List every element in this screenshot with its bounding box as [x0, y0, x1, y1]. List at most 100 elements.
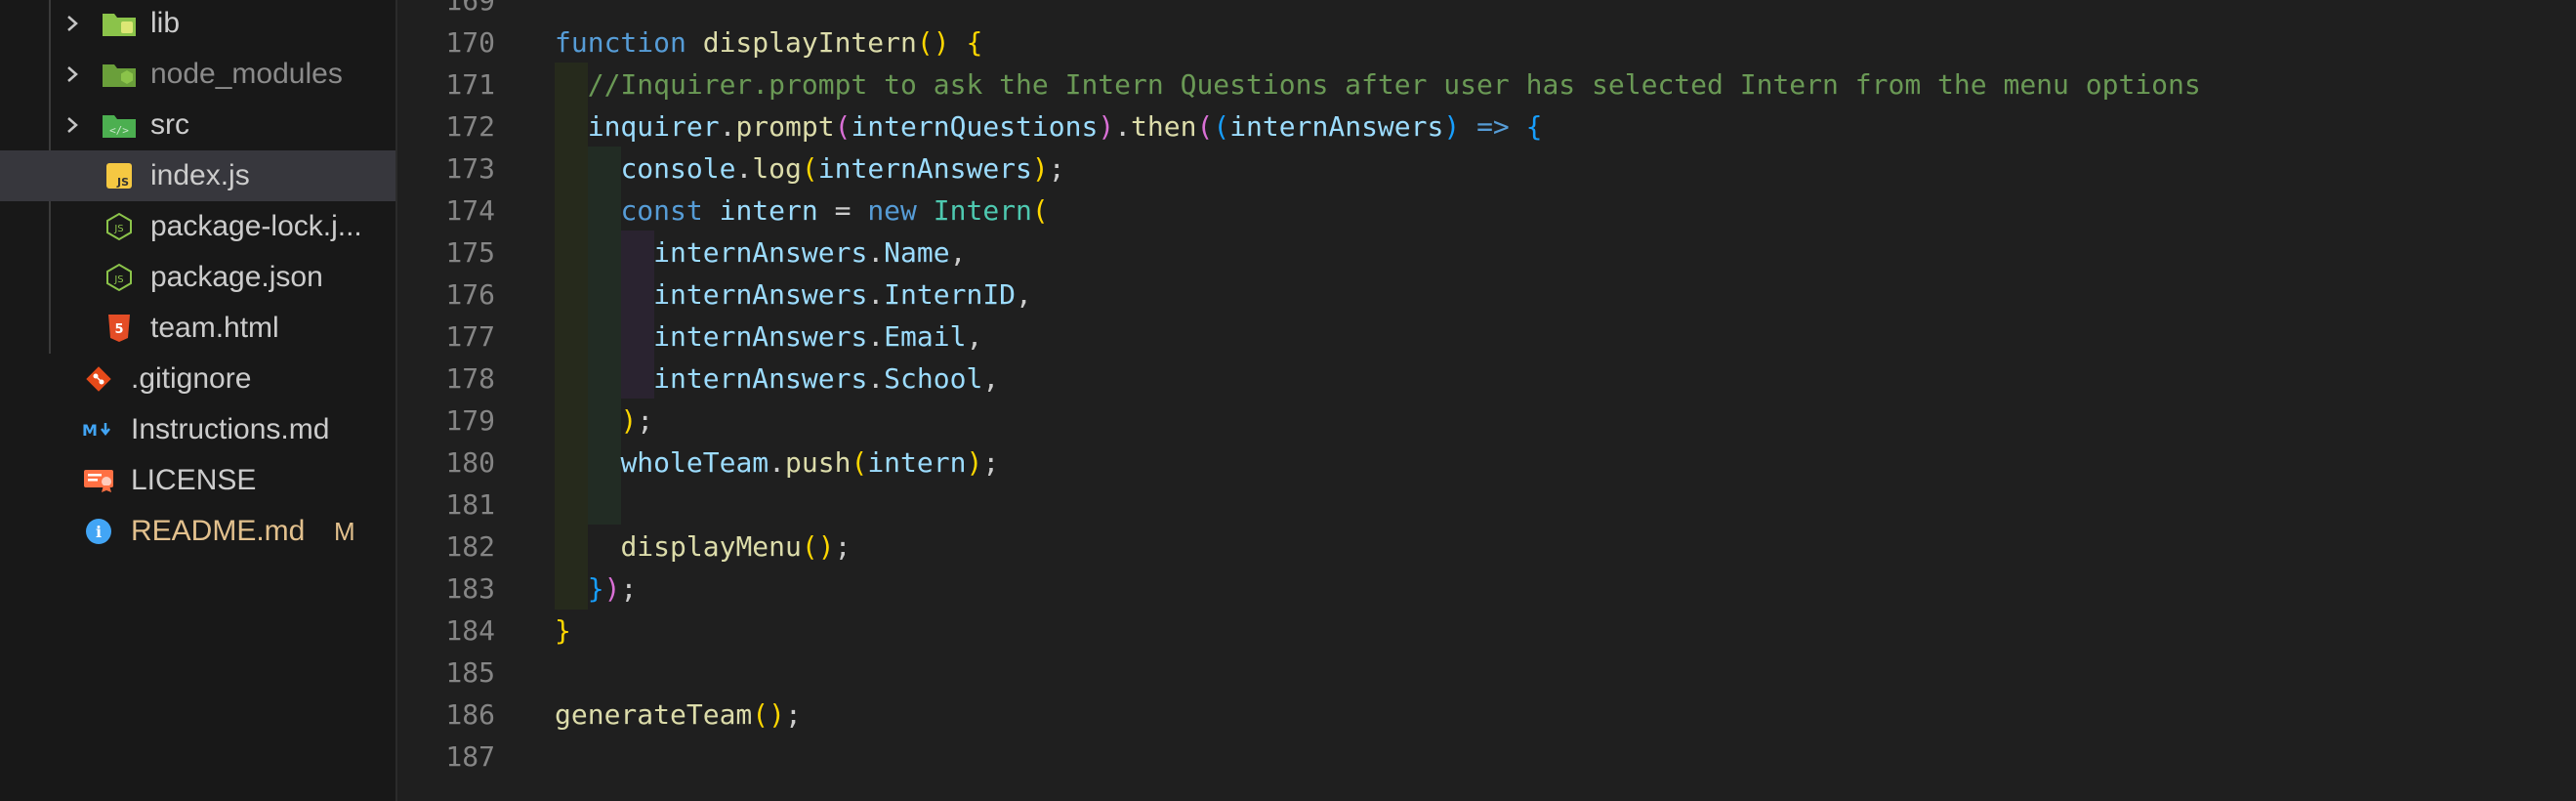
line-number: 173	[445, 152, 495, 185]
explorer-item-index-js[interactable]: JS index.js	[0, 150, 395, 201]
line-number: 170	[445, 26, 495, 59]
code-line[interactable]: //Inquirer.prompt to ask the Intern Ques…	[555, 63, 2201, 105]
code-line[interactable]: );	[555, 400, 653, 442]
code-token: intern	[867, 446, 967, 479]
explorer-item-lib[interactable]: lib	[0, 0, 395, 49]
line-number: 186	[445, 698, 495, 731]
code-token: .	[867, 278, 885, 311]
code-token: Name	[884, 236, 950, 269]
code-token: .	[769, 446, 786, 479]
explorer-item-team-html[interactable]: 5 team.html	[0, 303, 395, 354]
nodejs-file-icon: JS	[102, 263, 137, 292]
explorer-item-label: package.json	[150, 261, 323, 293]
code-line[interactable]: console.log(internAnswers);	[555, 148, 1064, 190]
line-number: 179	[445, 404, 495, 437]
explorer-item-label: package-lock.j...	[150, 210, 362, 242]
line-number: 171	[445, 68, 495, 101]
code-line[interactable]: wholeTeam.push(intern);	[555, 442, 999, 484]
svg-text:M: M	[82, 421, 98, 440]
chevron-right-icon	[67, 117, 78, 133]
explorer-item-instructions[interactable]: M Instructions.md	[0, 404, 395, 455]
code-token: )	[603, 572, 621, 605]
html-file-icon: 5	[102, 315, 137, 342]
code-line[interactable]: internAnswers.Email,	[555, 316, 982, 358]
nodejs-file-icon: JS	[102, 212, 137, 241]
code-token: ;	[637, 404, 654, 437]
code-token: =	[817, 194, 868, 227]
code-token: )	[1443, 110, 1461, 143]
markdown-icon: M	[81, 416, 116, 443]
code-token: //Inquirer.prompt to ask the Intern Ques…	[587, 68, 2201, 101]
explorer-item-label: Instructions.md	[131, 413, 330, 445]
folder-src-icon: </>	[102, 111, 137, 139]
code-token: internAnswers	[653, 320, 868, 353]
line-number: 177	[445, 320, 495, 353]
code-token: .	[867, 362, 885, 395]
explorer-item-license[interactable]: LICENSE	[0, 455, 395, 506]
code-line[interactable]: internAnswers.InternID,	[555, 274, 1032, 316]
code-token: ;	[785, 698, 802, 731]
code-line[interactable]: const intern = new Intern(	[555, 190, 1048, 232]
code-token: then	[1131, 110, 1197, 143]
explorer-item-label: team.html	[150, 312, 279, 344]
code-token: log	[752, 152, 802, 185]
code-line[interactable]: });	[555, 568, 638, 610]
code-line[interactable]: function displayIntern() {	[555, 21, 982, 63]
explorer-item-src[interactable]: </> src	[0, 100, 395, 150]
code-token: internAnswers	[817, 152, 1032, 185]
svg-text:i: i	[96, 523, 102, 541]
git-icon	[81, 365, 116, 393]
code-line[interactable]: generateTeam();	[555, 694, 802, 736]
explorer-item-gitignore[interactable]: .gitignore	[0, 354, 395, 404]
code-token: ()	[752, 698, 786, 731]
code-token: console	[620, 152, 736, 185]
code-line[interactable]: }	[555, 610, 571, 652]
explorer-item-package-lock[interactable]: JS package-lock.j...	[0, 201, 395, 252]
svg-text:JS: JS	[113, 224, 123, 234]
code-line[interactable]: displayMenu();	[555, 526, 851, 568]
code-token: ,	[966, 320, 983, 353]
line-number: 178	[445, 362, 495, 395]
svg-text:5: 5	[114, 322, 123, 337]
line-number: 174	[445, 194, 495, 227]
explorer-item-label: index.js	[150, 159, 250, 191]
code-line[interactable]: internAnswers.School,	[555, 358, 999, 400]
line-number: 175	[445, 236, 495, 269]
explorer-item-readme[interactable]: i README.md M	[0, 506, 395, 557]
line-number: 185	[445, 656, 495, 689]
explorer-item-label: src	[150, 108, 189, 141]
explorer-item-label: LICENSE	[131, 464, 257, 496]
explorer-item-package-json[interactable]: JS package.json	[0, 252, 395, 303]
code-token: )	[966, 446, 983, 479]
code-token: =>	[1460, 110, 1526, 143]
code-token: intern	[719, 194, 818, 227]
chevron-right-icon	[67, 66, 78, 82]
code-token: ,	[949, 236, 967, 269]
code-token: .	[1114, 110, 1132, 143]
code-editor[interactable]: 169 170 function displayIntern() {171 //In…	[397, 0, 2576, 801]
line-number: 172	[445, 110, 495, 143]
code-token: new	[867, 194, 934, 227]
code-token: internQuestions	[851, 110, 1099, 143]
line-number: 176	[445, 278, 495, 311]
code-line[interactable]: internAnswers.Name,	[555, 232, 966, 274]
code-line[interactable]: inquirer.prompt(internQuestions).then((i…	[555, 105, 1543, 148]
code-token: ;	[620, 572, 638, 605]
chevron-right-icon	[67, 16, 78, 31]
explorer-item-node-modules[interactable]: node_modules	[0, 49, 395, 100]
code-token: ;	[982, 446, 1000, 479]
code-token: displayMenu	[620, 530, 802, 563]
folder-lib-icon	[102, 10, 137, 37]
code-token: .	[719, 110, 736, 143]
code-token: prompt	[735, 110, 835, 143]
javascript-file-icon: JS	[102, 162, 137, 190]
code-token: (	[834, 110, 852, 143]
